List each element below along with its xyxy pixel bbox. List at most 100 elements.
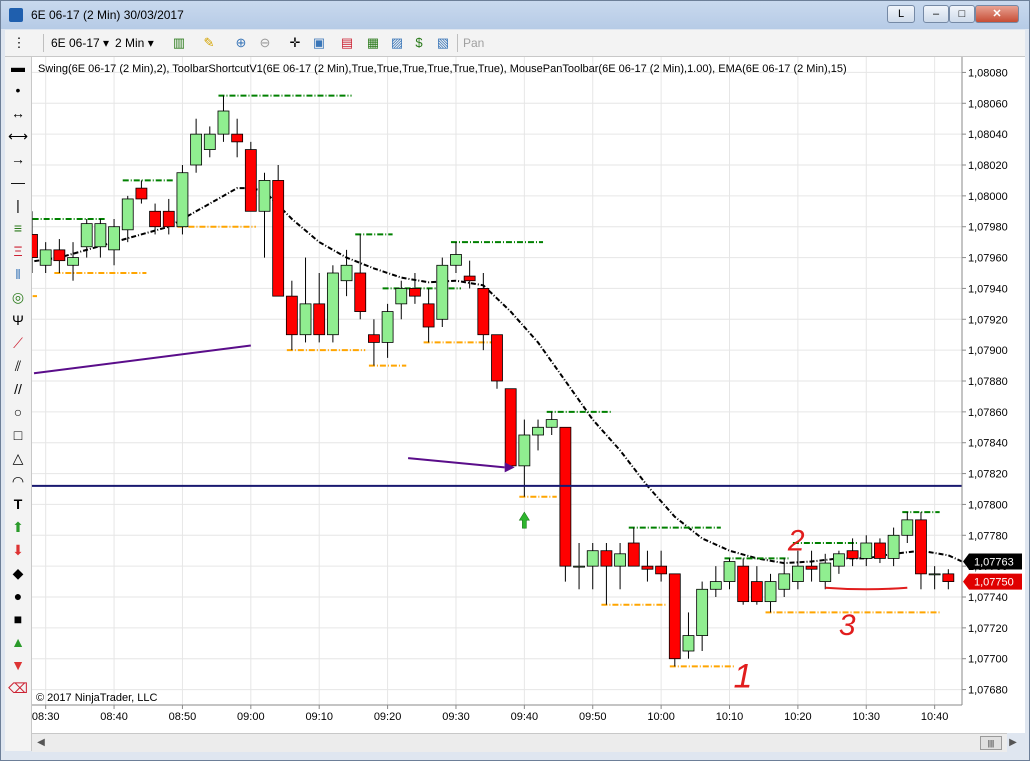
candle-down [463, 275, 476, 282]
candle-up [696, 588, 709, 636]
close-button[interactable]: ✕ [975, 5, 1019, 23]
maximize-button[interactable]: □ [949, 5, 975, 23]
diamond-icon[interactable]: ◆ [7, 563, 29, 583]
arrow-up-icon[interactable]: ⬆ [7, 517, 29, 537]
trend-channel-icon[interactable]: // [7, 379, 29, 399]
fib-retracement-icon[interactable]: ≡ [7, 218, 29, 238]
pencil-icon[interactable]: ✎ [201, 35, 217, 51]
candle-down [149, 210, 161, 228]
horizontal-line-icon[interactable]: — [7, 172, 29, 192]
candle-down [135, 187, 148, 200]
candle-down [354, 272, 367, 312]
fib-timezone-icon[interactable]: ‖ [7, 264, 29, 284]
ruler-icon[interactable]: ▬ [7, 57, 29, 77]
instrument-selector[interactable]: 6E 06-17 ▾ [51, 34, 109, 52]
ray-icon[interactable]: → [7, 149, 29, 169]
time-tick-label: 08:50 [169, 711, 197, 723]
candle-down [162, 210, 175, 228]
horizontal-scrollbar[interactable]: ◀ ||| ▶ [32, 733, 1017, 752]
text-icon[interactable]: T [7, 494, 29, 514]
candle-down [422, 303, 435, 328]
triangle-down-icon[interactable]: ▼ [7, 655, 29, 675]
title-bar[interactable]: 6E 06-17 (2 Min) 30/03/2017 L – □ ✕ [1, 1, 1029, 29]
last-close-label: 1,07750 [974, 577, 1014, 589]
price-tick-label: 1,07800 [968, 499, 1008, 511]
time-tick-label: 09:10 [305, 711, 333, 723]
candle-up [94, 223, 107, 248]
price-tick-label: 1,08080 [968, 67, 1008, 79]
candle-down [915, 519, 927, 575]
candle-up [217, 110, 230, 135]
scroll-right-icon[interactable]: ▶ [1006, 736, 1020, 750]
drawing-tools-bar: ▬ • ↔ ⟷ → — | ≡ Ξ ‖ ◎ Ψ ⟋ ⫽ // ○ □ △ ◠ T… [5, 57, 32, 751]
candle-down [627, 542, 640, 567]
candle-up [586, 550, 599, 567]
candle-down [641, 565, 654, 570]
zoom-out-icon[interactable]: ⊖ [257, 35, 273, 51]
regression-channel-icon[interactable]: ⫽ [7, 356, 29, 376]
ellipse-icon[interactable]: ○ [7, 402, 29, 422]
price-tick-label: 1,07920 [968, 314, 1008, 326]
fib-extension-icon[interactable]: Ξ [7, 241, 29, 261]
triangle-up-icon[interactable]: ▲ [7, 632, 29, 652]
line-icon[interactable]: ⟷ [7, 126, 29, 146]
price-tick-label: 1,07680 [968, 685, 1008, 697]
minimize-button[interactable]: – [923, 5, 949, 23]
segment-icon[interactable]: ↔ [7, 103, 29, 123]
dot-icon[interactable]: ● [7, 586, 29, 606]
time-tick-label: 08:40 [100, 711, 128, 723]
pointer-icon[interactable]: • [7, 80, 29, 100]
fib-circle-icon[interactable]: ◎ [7, 287, 29, 307]
chart-icon[interactable]: ▨ [389, 35, 405, 51]
square-icon[interactable]: ■ [7, 609, 29, 629]
order-entry-icon[interactable]: $ [411, 35, 427, 51]
time-tick-label: 10:40 [921, 711, 949, 723]
candle-up [723, 561, 736, 582]
candle-up [190, 133, 203, 166]
chart-panel[interactable]: 1 2 3 1,08080 1,08060 1,08040 1,08020 1,08000 1… [0, 57, 1025, 733]
candle-up [709, 581, 722, 590]
remove-drawings-icon[interactable]: ⌫ [7, 678, 29, 698]
candle-up [928, 573, 941, 576]
gann-fan-icon[interactable]: ⟋ [7, 333, 29, 353]
link-button[interactable]: L [887, 5, 915, 23]
strategies-icon[interactable]: ▦ [365, 35, 381, 51]
price-tick-label: 1,07980 [968, 222, 1008, 234]
chevron-down-icon: ▾ [103, 36, 110, 50]
copyright-label: © 2017 NinjaTrader, LLC [36, 692, 157, 704]
properties-icon[interactable]: ▣ [311, 35, 327, 51]
triangle-icon[interactable]: △ [7, 448, 29, 468]
scroll-left-icon[interactable]: ◀ [34, 736, 48, 750]
price-tick-label: 1,07780 [968, 530, 1008, 542]
toolbar-separator [457, 34, 458, 52]
scroll-thumb[interactable]: ||| [980, 736, 1002, 750]
candle-up [778, 573, 791, 590]
andrews-pitchfork-icon[interactable]: Ψ [7, 310, 29, 330]
candle-up [299, 303, 312, 336]
rectangle-icon[interactable]: □ [7, 425, 29, 445]
candle-down [504, 388, 517, 467]
price-tick-label: 1,07820 [968, 469, 1008, 481]
bar-type-icon[interactable]: ▥ [171, 35, 187, 51]
zoom-in-icon[interactable]: ⊕ [233, 35, 249, 51]
last-price-label: 1,07763 [974, 557, 1014, 569]
pan-button[interactable]: Pan [463, 34, 484, 52]
arrow-down-icon[interactable]: ⬇ [7, 540, 29, 560]
candle-down [750, 581, 763, 603]
vertical-line-icon[interactable]: | [7, 195, 29, 215]
candle-down [244, 149, 257, 212]
candle-up [450, 254, 462, 266]
candle-up [833, 553, 845, 567]
price-chart[interactable]: 1 2 3 1,08080 1,08060 1,08040 1,08020 1,08000 1… [0, 57, 1025, 733]
candle-down [491, 334, 503, 382]
crosshair-icon[interactable]: ✛ [287, 35, 303, 51]
price-tick-label: 1,07700 [968, 654, 1008, 666]
arc-icon[interactable]: ◠ [7, 471, 29, 491]
data-box-icon[interactable]: ▧ [435, 35, 451, 51]
interval-selector[interactable]: 2 Min ▾ [115, 34, 154, 52]
price-tick-label: 1,07840 [968, 438, 1008, 450]
time-tick-label: 09:30 [442, 711, 470, 723]
time-tick-label: 09:00 [237, 711, 265, 723]
indicators-icon[interactable]: ▤ [339, 35, 355, 51]
menu-icon[interactable]: ⋮ [11, 35, 27, 51]
